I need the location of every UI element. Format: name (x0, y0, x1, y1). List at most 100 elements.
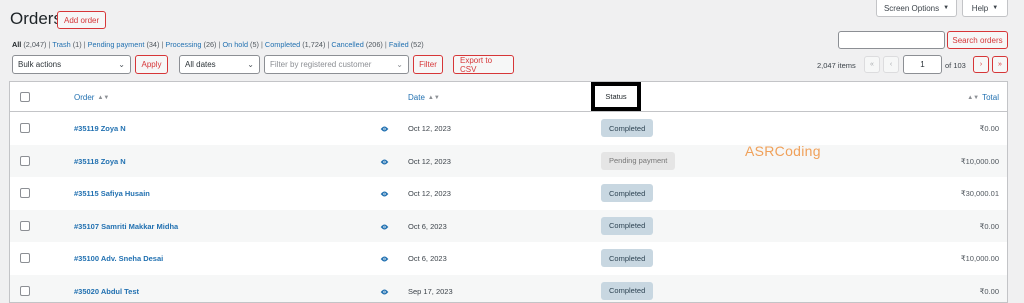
row-checkbox[interactable] (20, 123, 30, 133)
column-total[interactable]: ▲▼ Total (967, 93, 999, 102)
status-badge: Completed (601, 281, 654, 300)
filter-link-on-hold[interactable]: On hold (222, 40, 248, 49)
filter-count: (34) (146, 40, 160, 49)
page-title: Orders (10, 9, 62, 28)
status-badge: Pending payment (601, 151, 676, 170)
table-row[interactable]: #35100 Adv. Sneha Desai Oct 6, 2023 Comple… (10, 242, 1007, 275)
filter-link-pending-payment[interactable]: Pending payment (88, 40, 145, 49)
order-link[interactable]: #35100 Adv. Sneha Desai (74, 254, 163, 263)
order-date: Oct 12, 2023 (408, 124, 451, 133)
order-date: Oct 12, 2023 (408, 189, 451, 198)
filter-link-label: On hold (222, 40, 249, 49)
column-order[interactable]: Order ▲▼ (74, 93, 109, 102)
eye-icon[interactable] (380, 288, 389, 294)
first-page-button[interactable]: « (864, 56, 880, 73)
table-header: Order ▲▼ Date ▲▼ Status ▲▼ Total (10, 82, 1007, 112)
filter-link-completed[interactable]: Completed (265, 40, 300, 49)
apply-button[interactable]: Apply (135, 55, 168, 74)
filter-count: (26) (203, 40, 217, 49)
search-input[interactable] (838, 31, 945, 49)
order-link[interactable]: #35107 Samriti Makkar Midha (74, 222, 178, 231)
customer-filter-select[interactable]: Filter by registered customer ⌄ (264, 55, 409, 74)
sort-icon: ▲▼ (97, 94, 110, 101)
filter-link-trash[interactable]: Trash (52, 40, 70, 49)
order-total: ₹10,000.00 (960, 254, 999, 263)
watermark: ASRCoding (745, 143, 821, 159)
row-checkbox[interactable] (20, 155, 30, 166)
caret-down-icon: ▼ (992, 5, 999, 11)
table-row[interactable]: #35107 Samriti Makkar Midha Oct 6, 2023 Co… (10, 209, 1007, 242)
help-button[interactable]: Help ▼ (962, 0, 1008, 17)
eye-icon[interactable] (380, 158, 389, 164)
filter-count: (2,047) (23, 40, 47, 49)
filter-link-label: Trash (52, 40, 71, 49)
column-date-label: Date (408, 93, 425, 102)
eye-icon[interactable] (380, 125, 389, 132)
filter-link-label: Cancelled (331, 40, 364, 49)
customer-filter-placeholder: Filter by registered customer (270, 60, 372, 69)
next-page-button[interactable]: › (973, 56, 989, 73)
help-label: Help (971, 3, 989, 13)
sort-icon: ▲▼ (427, 94, 440, 101)
table-row[interactable]: #35020 Abdul Test Sep 17, 2023 Completed ₹0… (10, 274, 1007, 302)
table-row[interactable]: #35119 Zoya N Oct 12, 2023 Completed ₹0.00 (10, 112, 1007, 145)
table-row[interactable]: #35115 Safiya Husain Oct 12, 2023 Complete… (10, 177, 1007, 210)
total-pages: of 103 (945, 61, 966, 70)
order-link[interactable]: #35119 Zoya N (74, 124, 126, 133)
prev-page-button[interactable]: ‹ (883, 56, 899, 73)
export-csv-button[interactable]: Export to CSV (453, 55, 514, 74)
order-total: ₹0.00 (979, 286, 999, 296)
caret-down-icon: ▼ (943, 5, 950, 11)
order-date: Oct 6, 2023 (408, 221, 447, 231)
select-all-checkbox[interactable] (20, 92, 30, 102)
order-date: Sep 17, 2023 (408, 286, 453, 296)
chevron-down-icon: ⌄ (247, 60, 254, 69)
date-filter-value: All dates (185, 60, 216, 69)
column-date[interactable]: Date ▲▼ (408, 93, 440, 102)
bulk-actions-value: Bulk actions (18, 60, 62, 69)
order-date: Oct 6, 2023 (408, 254, 447, 263)
order-link[interactable]: #35118 Zoya N (74, 157, 126, 166)
sort-icon: ▲▼ (967, 94, 980, 101)
row-checkbox[interactable] (20, 285, 30, 296)
order-link[interactable]: #35020 Abdul Test (74, 287, 139, 296)
last-page-button[interactable]: » (992, 56, 1008, 73)
filter-button[interactable]: Filter (413, 55, 443, 74)
items-count: 2,047 items (817, 61, 856, 70)
filter-count: (52) (410, 40, 424, 49)
filter-count: (1,724) (302, 40, 326, 49)
add-order-button[interactable]: Add order (57, 11, 107, 29)
date-filter-select[interactable]: All dates ⌄ (179, 55, 260, 74)
eye-icon[interactable] (380, 223, 389, 229)
filter-link-cancelled[interactable]: Cancelled (331, 40, 363, 49)
filter-link-processing[interactable]: Processing (165, 40, 201, 49)
filter-count: (1) (72, 40, 82, 49)
bulk-actions-select[interactable]: Bulk actions ⌄ (12, 55, 131, 74)
filter-link-all[interactable]: All (12, 40, 21, 49)
current-page-input[interactable]: 1 (903, 55, 942, 74)
status-badge: Completed (601, 216, 654, 235)
row-checkbox[interactable] (20, 220, 30, 231)
column-status: Status (591, 82, 641, 111)
eye-icon[interactable] (380, 190, 389, 197)
row-checkbox[interactable] (20, 253, 30, 263)
chevron-down-icon: ⌄ (118, 60, 125, 69)
column-status-label: Status (605, 92, 627, 101)
order-link[interactable]: #35115 Safiya Husain (74, 189, 150, 198)
filter-link-label: All (12, 40, 22, 49)
screen-options-button[interactable]: Screen Options ▼ (876, 0, 957, 17)
status-badge: Completed (601, 119, 654, 137)
filter-link-label: Failed (388, 40, 409, 49)
filter-link-label: Processing (165, 40, 202, 49)
order-total: ₹30,000.01 (960, 189, 999, 198)
filter-count: (206) (365, 40, 383, 49)
status-badge: Completed (601, 249, 654, 267)
row-checkbox[interactable] (20, 188, 30, 198)
filter-link-failed[interactable]: Failed (389, 40, 409, 49)
search-orders-button[interactable]: Search orders (947, 31, 1008, 49)
screen-options-label: Screen Options (883, 3, 940, 13)
eye-icon[interactable] (380, 255, 389, 262)
order-total: ₹0.00 (979, 221, 999, 231)
column-total-label: Total (982, 93, 999, 102)
table-row[interactable]: #35118 Zoya N Oct 12, 2023 Pending payment… (10, 144, 1007, 177)
